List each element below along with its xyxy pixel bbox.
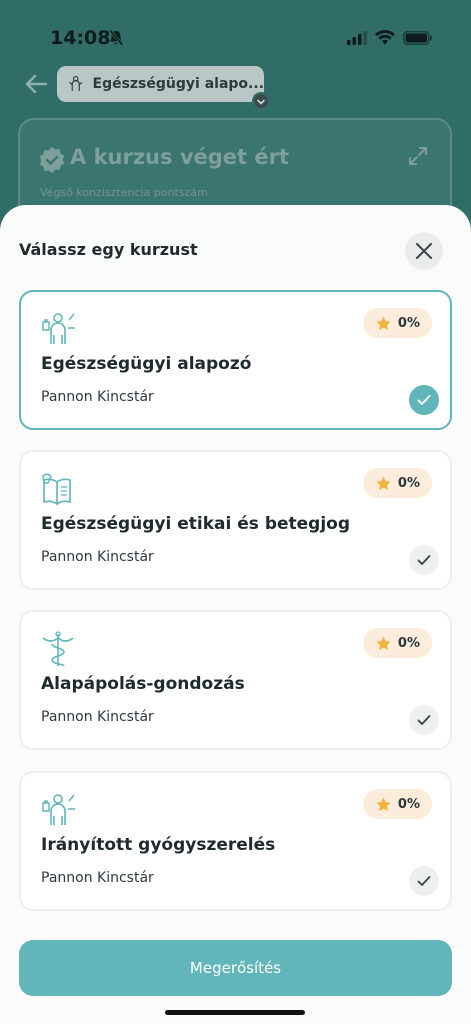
star-icon — [376, 635, 391, 650]
close-button[interactable] — [405, 232, 443, 270]
score-badge: 0% — [362, 308, 432, 338]
star-icon — [376, 315, 391, 330]
signal-icon — [347, 30, 367, 45]
score-badge: 0% — [362, 468, 432, 498]
score-value: 0% — [397, 796, 420, 812]
course-card-alapapolas-gondozas[interactable]: 0% Alapápolás-gondozás Pannon Kincstár — [19, 610, 452, 750]
score-value: 0% — [397, 635, 420, 651]
status-bar: 14:08 — [0, 0, 471, 62]
status-time: 14:08 — [50, 27, 111, 49]
score-value: 0% — [397, 475, 420, 491]
course-provider: Pannon Kincstár — [41, 389, 154, 405]
course-chip-label: Egészségügyi alapo... — [92, 76, 265, 92]
selected-check-icon — [409, 385, 439, 415]
back-arrow-icon[interactable] — [22, 70, 50, 98]
caduceus-icon — [42, 631, 74, 667]
check-icon — [409, 705, 439, 735]
course-card-iranyitott-gyogyszereles[interactable]: 0% Irányított gyógyszerelés Pannon Kincs… — [19, 771, 452, 911]
course-card-etikai-betegjog[interactable]: 0% Egészségügyi etikai és betegjog Panno… — [19, 450, 452, 590]
battery-icon — [403, 30, 432, 45]
star-icon — [376, 796, 391, 811]
course-name: Egészségügyi alapozó — [41, 354, 252, 374]
check-icon — [409, 545, 439, 575]
close-icon — [416, 243, 432, 259]
course-card-egeszsegugyi-alapozo[interactable]: 0% Egészségügyi alapozó Pannon Kincstár — [19, 290, 452, 430]
expand-icon[interactable] — [408, 146, 428, 166]
course-provider: Pannon Kincstár — [41, 549, 154, 565]
course-name: Egészségügyi etikai és betegjog — [41, 514, 351, 534]
consistency-score-label: Végső konzisztencia pontszám — [40, 186, 208, 199]
course-picker-sheet: Válassz egy kurzust 0% Egészségügyi alap… — [0, 205, 471, 1024]
score-value: 0% — [397, 315, 420, 331]
course-name: Irányított gyógyszerelés — [41, 835, 276, 855]
healthcare-worker-icon — [42, 794, 75, 825]
course-provider: Pannon Kincstár — [41, 709, 154, 725]
mute-bell-icon — [108, 29, 124, 46]
confirm-button[interactable]: Megerősítés — [19, 940, 452, 996]
score-badge: 0% — [362, 628, 432, 658]
verified-check-icon — [39, 147, 65, 173]
sheet-title: Válassz egy kurzust — [19, 240, 198, 259]
healthcare-worker-icon — [69, 75, 83, 91]
chevron-down-icon[interactable] — [252, 92, 270, 110]
wifi-icon — [375, 30, 395, 45]
home-indicator[interactable] — [165, 1010, 305, 1015]
course-finished-title: A kurzus véget ért — [70, 145, 290, 169]
course-provider: Pannon Kincstár — [41, 870, 154, 886]
course-name: Alapápolás-gondozás — [41, 674, 245, 694]
course-selector-chip[interactable]: Egészségügyi alapo... — [57, 66, 264, 102]
score-badge: 0% — [362, 789, 432, 819]
book-icon — [42, 473, 71, 506]
star-icon — [376, 475, 391, 490]
healthcare-worker-icon — [42, 313, 75, 344]
check-icon — [409, 866, 439, 896]
